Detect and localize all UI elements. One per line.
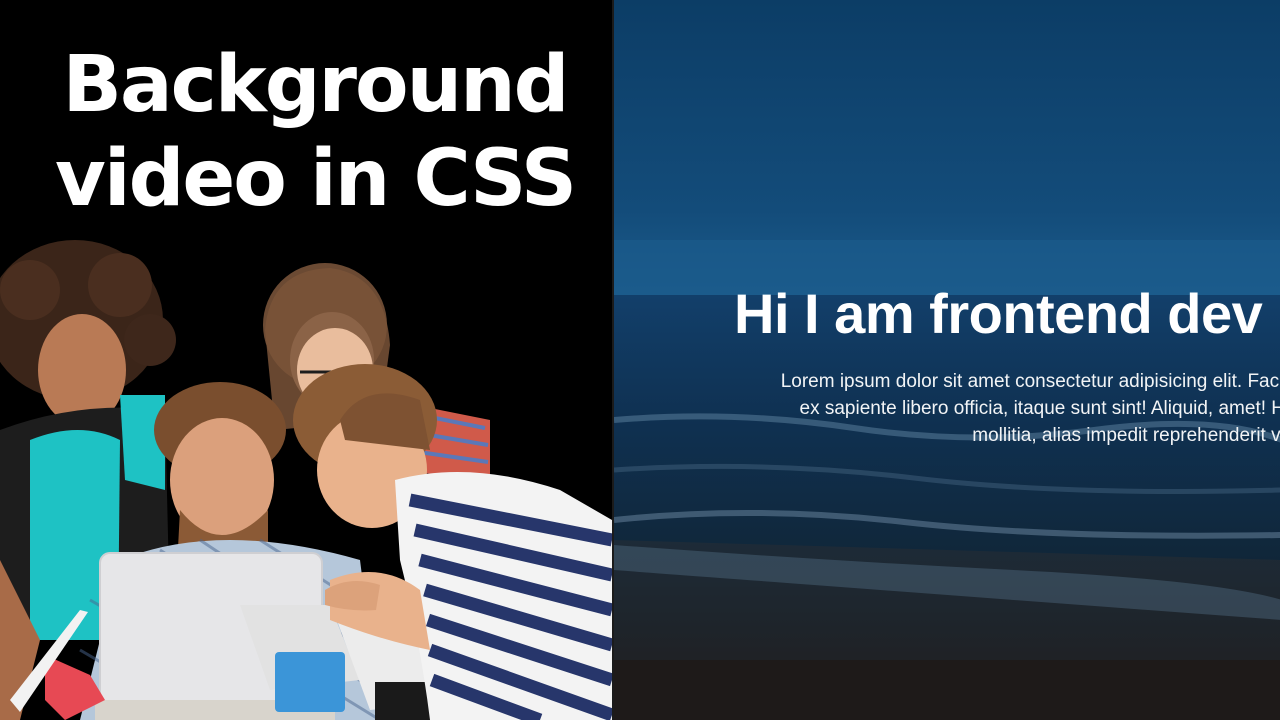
thumbnail-headline: Background video in CSS <box>0 38 612 226</box>
team-laptop-photo <box>0 240 612 720</box>
hero-description-line-1: Lorem ipsum dolor sit amet consectetur a… <box>780 371 1280 392</box>
video-preview-panel: Hi I am frontend dev Lorem ipsum dolor s… <box>612 0 1280 720</box>
hero-description-line-2: ex sapiente libero officia, itaque sunt … <box>799 398 1280 419</box>
video-thumbnail: Background video in CSS ? <box>0 0 1280 720</box>
headline-line-2: video in CSS <box>54 134 577 224</box>
hero-description: Lorem ipsum dolor sit amet consectetur a… <box>656 368 1280 449</box>
hero-description-line-3: mollitia, alias impedit reprehenderit ve… <box>972 425 1280 446</box>
left-panel: Background video in CSS ? <box>0 0 612 720</box>
hero-title: Hi I am frontend dev <box>734 282 1263 345</box>
headline-line-1: Background <box>62 40 570 130</box>
hero-overlay: Hi I am frontend dev Lorem ipsum dolor s… <box>614 0 1280 720</box>
